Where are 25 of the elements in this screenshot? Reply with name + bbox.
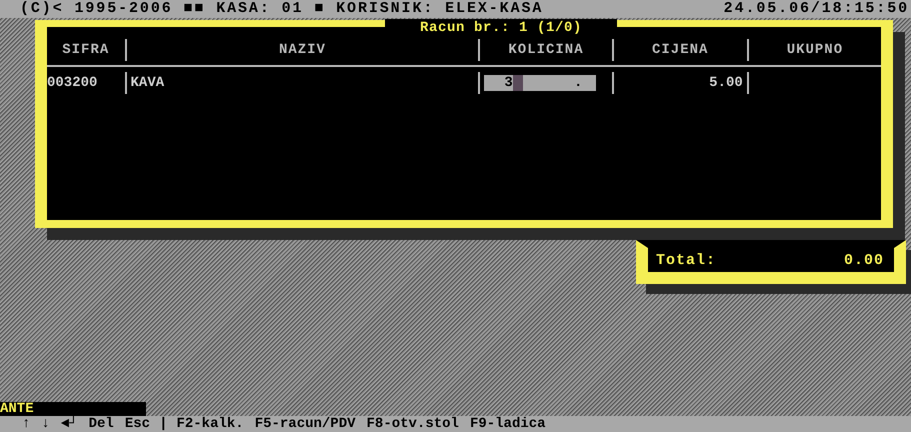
key-hint[interactable]: Del [88,416,114,432]
user-name: ANTE [0,402,146,416]
key-hint[interactable]: F8-otv.stol [366,416,459,432]
date-time: 24.05.06/18:15:50 [724,0,909,18]
key-hint[interactable]: Esc [124,416,150,432]
program-info: (C)< 1995-2006 ■■ KASA: 01 ■ KORISNIK: ELEX-KASA [20,0,544,18]
key-hint[interactable]: F5-racun/PDV [254,416,356,432]
column-header: KOLICINA [508,42,584,58]
key-hint[interactable]: ↓ [41,416,50,432]
key-hint[interactable]: F2-kalk. [176,416,244,432]
table-cell: KAVA [130,75,164,91]
table-cell: 003200 [47,75,98,91]
total-label: Total: [656,252,716,268]
column-header: CIJENA [652,42,708,58]
table-cell: 5.00 [709,75,743,91]
key-hint[interactable]: F9-ladica [470,416,546,432]
column-header: SIFRA [62,42,110,58]
column-header: NAZIV [278,42,326,58]
receipt-title: Racun br.: 1 (1/0) [385,19,617,37]
column-header: UKUPNO [786,42,844,58]
total-value: 0.00 [844,252,884,268]
quantity-field[interactable]: 3 . [484,75,596,91]
key-hint[interactable]: ↑ [22,416,30,432]
separator-mark: | [159,416,168,432]
key-hint[interactable]: ◄┘ [60,416,78,432]
